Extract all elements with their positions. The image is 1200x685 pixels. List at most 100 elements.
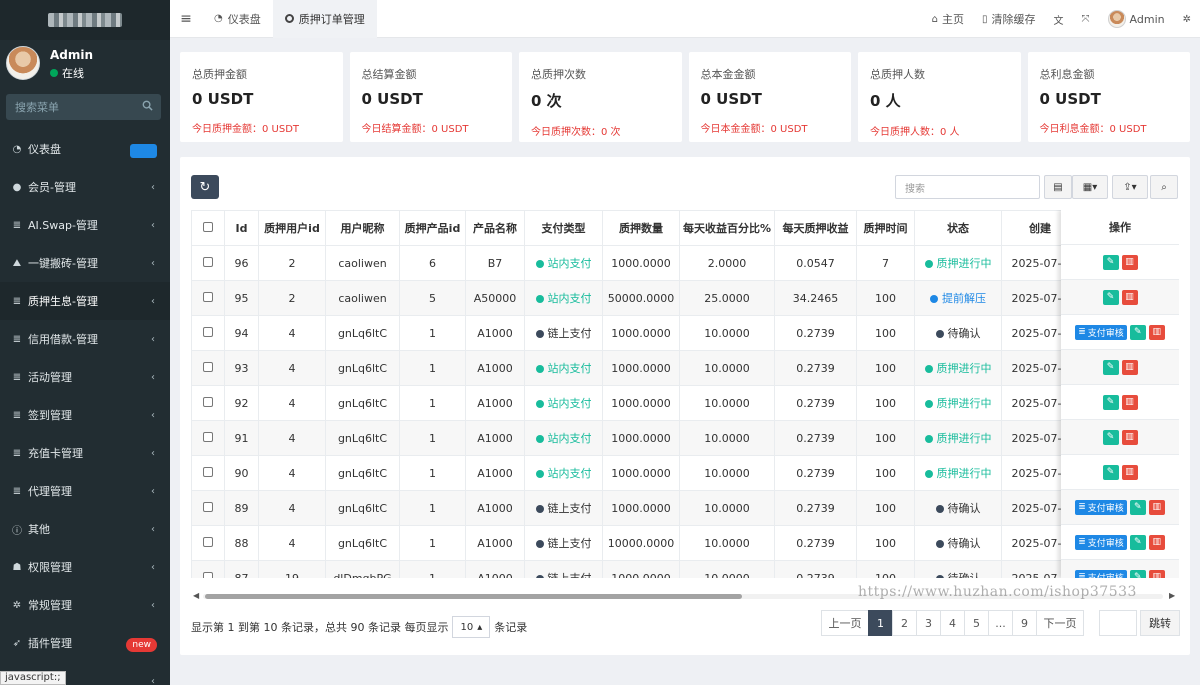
sidebar-item-0[interactable]: ◔ 仪表盘 hot [0,130,170,168]
orders-table-wrap[interactable]: Id 质押用户id 用户昵称 质押产品id 产品名称 支付类型 质押数量 每天收益百分比% 每天… [191,210,1179,578]
horizontal-scrollbar[interactable]: ◀ ▶ [191,591,1179,601]
clear-cache-button[interactable]: ▯ 清除缓存 [973,0,1045,38]
row-checkbox[interactable] [203,501,213,512]
page-jump-button[interactable]: 跳转 [1140,610,1180,636]
table-row[interactable]: 93 4 gnLq6ltC 1 A1000 站内支付 1000.0000 10.0000 0.2… [191,350,1079,386]
edit-button[interactable]: ✎ [1102,429,1119,445]
edit-button[interactable]: ✎ [1102,254,1119,270]
sidebar-item-2[interactable]: ≣ AI.Swap-管理 ‹ [0,206,170,244]
refresh-button[interactable]: ↻ [191,175,219,199]
row-select-cell[interactable] [191,350,225,386]
delete-button[interactable]: ▥ [1121,254,1138,270]
edit-button[interactable]: ✎ [1129,324,1146,340]
scroll-left-icon[interactable]: ◀ [193,591,199,600]
logo[interactable] [0,0,170,40]
export-button[interactable]: ⇪▾ [1112,175,1148,199]
page-button-4[interactable]: 4 [940,610,965,636]
delete-button[interactable]: ▥ [1121,289,1138,305]
row-select-cell[interactable] [191,490,225,526]
row-checkbox[interactable] [203,466,213,477]
sidebar-item-12[interactable]: ✲ 常规管理 ‹ [0,586,170,624]
sidebar-item-8[interactable]: ≣ 充值卡管理 ‹ [0,434,170,472]
row-checkbox[interactable] [203,326,213,337]
delete-button[interactable]: ▥ [1148,569,1165,578]
page-button-2[interactable]: 2 [892,610,917,636]
row-checkbox[interactable] [203,396,213,407]
page-button-5[interactable]: 5 [964,610,989,636]
sidebar-item-7[interactable]: ≣ 签到管理 ‹ [0,396,170,434]
delete-button[interactable]: ▥ [1148,324,1165,340]
advanced-search-button[interactable]: ⌕ [1150,175,1178,199]
sidebar-item-13[interactable]: ➶ 插件管理 new [0,624,170,662]
sidebar-item-3[interactable]: ⛰ 一键搬砖-管理 ‹ [0,244,170,282]
home-button[interactable]: ⌂ 主页 [923,0,973,38]
pay-audit-button[interactable]: ≣支付审核 [1075,324,1127,340]
delete-button[interactable]: ▥ [1121,394,1138,410]
row-select-cell[interactable] [191,525,225,561]
edit-button[interactable]: ✎ [1102,394,1119,410]
hamburger-menu-icon[interactable]: ≡ [170,11,202,27]
row-select-cell[interactable] [191,455,225,491]
table-row[interactable]: 96 2 caoliwen 6 B7 站内支付 1000.0000 2.0000 0.0547 7… [191,245,1079,281]
row-checkbox[interactable] [203,291,213,302]
row-checkbox[interactable] [203,536,213,547]
sidebar-item-11[interactable]: ☗ 权限管理 ‹ [0,548,170,586]
edit-button[interactable]: ✎ [1102,289,1119,305]
edit-button[interactable]: ✎ [1129,534,1146,550]
page-size-select[interactable]: 10 ▴ [452,616,491,638]
user-menu-button[interactable]: Admin [1099,0,1174,38]
select-all-checkbox[interactable] [203,221,213,232]
settings-button[interactable]: ✲ [1174,0,1200,38]
delete-button[interactable]: ▥ [1121,464,1138,480]
search-icon[interactable] [142,100,153,111]
tab-dashboard[interactable]: ◔ 仪表盘 [202,0,273,38]
page-button-9[interactable]: 9 [1012,610,1037,636]
prev-page-button[interactable]: 上一页 [821,610,869,636]
scrollbar-thumb[interactable] [205,594,742,599]
delete-button[interactable]: ▥ [1148,534,1165,550]
sidebar-item-6[interactable]: ≣ 活动管理 ‹ [0,358,170,396]
delete-button[interactable]: ▥ [1121,429,1138,445]
sidebar-item-5[interactable]: ≣ 信用借款-管理 ‹ [0,320,170,358]
select-all-header[interactable] [191,210,225,246]
table-row[interactable]: 95 2 caoliwen 5 A50000 站内支付 50000.0000 25.0000 3… [191,280,1079,316]
table-row[interactable]: 88 4 gnLq6ltC 1 A1000 链上支付 10000.0000 10.0000 0.… [191,525,1079,561]
page-button-1[interactable]: 1 [868,610,893,636]
columns-button[interactable]: ▦▾ [1072,175,1108,199]
row-checkbox[interactable] [203,361,213,372]
table-row[interactable]: 94 4 gnLq6ltC 1 A1000 链上支付 1000.0000 10.0000 0.2… [191,315,1079,351]
delete-button[interactable]: ▥ [1148,499,1165,515]
tab-pledge-orders[interactable]: 质押订单管理 [272,0,377,38]
row-select-cell[interactable] [191,385,225,421]
row-checkbox[interactable] [203,256,213,267]
edit-button[interactable]: ✎ [1129,569,1146,578]
row-select-cell[interactable] [191,560,225,578]
row-select-cell[interactable] [191,315,225,351]
pay-audit-button[interactable]: ≣支付审核 [1075,534,1127,550]
pay-audit-button[interactable]: ≣支付审核 [1075,499,1127,515]
next-page-button[interactable]: 下一页 [1036,610,1084,636]
edit-button[interactable]: ✎ [1102,359,1119,375]
row-checkbox[interactable] [203,571,213,578]
fullscreen-button[interactable]: ⤧ [1073,0,1099,38]
row-select-cell[interactable] [191,245,225,281]
toggle-view-button[interactable]: ▤ [1044,175,1072,199]
pay-audit-button[interactable]: ≣支付审核 [1075,569,1127,578]
menu-search-input[interactable]: 搜索菜单 [6,94,161,120]
table-row[interactable]: 90 4 gnLq6ltC 1 A1000 站内支付 1000.0000 10.0000 0.2… [191,455,1079,491]
row-select-cell[interactable] [191,420,225,456]
sidebar-item-9[interactable]: ≣ 代理管理 ‹ [0,472,170,510]
sidebar-item-4[interactable]: ≣ 质押生息-管理 ‹ [0,282,170,320]
page-button-3[interactable]: 3 [916,610,941,636]
edit-button[interactable]: ✎ [1129,499,1146,515]
sidebar-item-1[interactable]: ● 会员-管理 ‹ [0,168,170,206]
table-search-input[interactable]: 搜索 [895,175,1040,199]
language-button[interactable]: 文 [1045,0,1073,38]
delete-button[interactable]: ▥ [1121,359,1138,375]
table-row[interactable]: 89 4 gnLq6ltC 1 A1000 链上支付 1000.0000 10.0000 0.2… [191,490,1079,526]
table-row[interactable]: 91 4 gnLq6ltC 1 A1000 站内支付 1000.0000 10.0000 0.2… [191,420,1079,456]
scroll-right-icon[interactable]: ▶ [1169,591,1175,600]
table-row[interactable]: 92 4 gnLq6ltC 1 A1000 站内支付 1000.0000 10.0000 0.2… [191,385,1079,421]
page-ellipsis[interactable]: ... [988,610,1013,636]
edit-button[interactable]: ✎ [1102,464,1119,480]
